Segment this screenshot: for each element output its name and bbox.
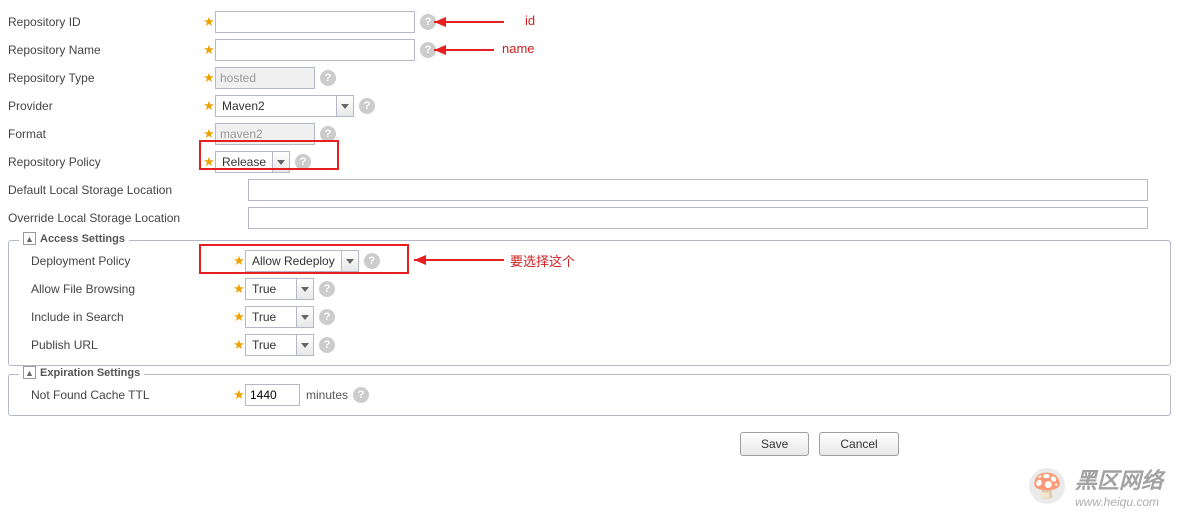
label-provider: Provider — [8, 99, 203, 113]
include-in-search-select[interactable]: True — [245, 306, 314, 328]
repository-id-input[interactable] — [215, 11, 415, 33]
access-settings-fieldset: ▲ Access Settings Deployment Policy ★ Al… — [8, 240, 1171, 366]
row-override-storage: Override Local Storage Location — [0, 204, 1179, 232]
label-include-in-search: Include in Search — [23, 310, 233, 324]
required-star-icon: ★ — [203, 98, 215, 114]
access-settings-legend: ▲ Access Settings — [19, 232, 129, 245]
mushroom-icon: 🍄 — [1029, 468, 1065, 504]
help-icon[interactable]: ? — [353, 387, 369, 403]
watermark-url: www.heiqu.com — [1075, 495, 1163, 509]
label-format: Format — [8, 127, 203, 141]
label-not-found-ttl: Not Found Cache TTL — [23, 388, 233, 402]
deployment-policy-value: Allow Redeploy — [246, 252, 341, 270]
ttl-suffix: minutes — [306, 388, 348, 402]
row-format: Format ★ ? — [0, 120, 1179, 148]
row-allow-file-browsing: Allow File Browsing ★ True ? — [15, 275, 1164, 303]
required-star-icon: ★ — [203, 42, 215, 58]
label-repository-policy: Repository Policy — [8, 155, 203, 169]
required-star-icon: ★ — [203, 14, 215, 30]
help-icon[interactable]: ? — [295, 154, 311, 170]
config-form-panel: Repository ID ★ ? Repository Name ★ ? Re… — [0, 0, 1179, 464]
label-deployment-policy: Deployment Policy — [23, 254, 233, 268]
help-icon[interactable]: ? — [319, 281, 335, 297]
chevron-down-icon[interactable] — [296, 335, 313, 355]
repository-policy-select[interactable]: Release — [215, 151, 290, 173]
allow-file-browsing-select[interactable]: True — [245, 278, 314, 300]
label-repository-type: Repository Type — [8, 71, 203, 85]
allow-file-browsing-value: True — [246, 280, 296, 298]
help-icon[interactable]: ? — [420, 14, 436, 30]
default-storage-input[interactable] — [248, 179, 1148, 201]
watermark-cn: 黑区网络 — [1075, 463, 1163, 495]
row-repository-id: Repository ID ★ ? — [0, 8, 1179, 36]
required-star-icon: ★ — [233, 281, 245, 297]
publish-url-value: True — [246, 336, 296, 354]
chevron-down-icon[interactable] — [272, 152, 289, 172]
row-deployment-policy: Deployment Policy ★ Allow Redeploy ? — [15, 247, 1164, 275]
help-icon[interactable]: ? — [319, 309, 335, 325]
expiration-settings-legend: ▲ Expiration Settings — [19, 366, 144, 379]
required-star-icon: ★ — [203, 126, 215, 142]
repository-policy-value: Release — [216, 153, 272, 171]
chevron-down-icon[interactable] — [296, 279, 313, 299]
help-icon[interactable]: ? — [364, 253, 380, 269]
collapse-toggle-icon[interactable]: ▲ — [23, 232, 36, 245]
label-publish-url: Publish URL — [23, 338, 233, 352]
help-icon[interactable]: ? — [359, 98, 375, 114]
cancel-button[interactable]: Cancel — [819, 432, 898, 456]
provider-select-value: Maven2 — [216, 97, 336, 115]
button-bar: Save Cancel — [0, 420, 1179, 456]
chevron-down-icon[interactable] — [336, 96, 353, 116]
label-repository-name: Repository Name — [8, 43, 203, 57]
override-storage-input[interactable] — [248, 207, 1148, 229]
row-provider: Provider ★ Maven2 ? — [0, 92, 1179, 120]
row-repository-policy: Repository Policy ★ Release ? — [0, 148, 1179, 176]
watermark-text: 黑区网络 www.heiqu.com — [1075, 463, 1163, 509]
required-star-icon: ★ — [203, 154, 215, 170]
help-icon[interactable]: ? — [319, 337, 335, 353]
not-found-ttl-input[interactable] — [245, 384, 300, 406]
required-star-icon: ★ — [203, 70, 215, 86]
row-publish-url: Publish URL ★ True ? — [15, 331, 1164, 359]
row-repository-name: Repository Name ★ ? — [0, 36, 1179, 64]
row-not-found-ttl: Not Found Cache TTL ★ minutes ? — [15, 381, 1164, 409]
provider-select[interactable]: Maven2 — [215, 95, 354, 117]
repository-type-input — [215, 67, 315, 89]
help-icon[interactable]: ? — [420, 42, 436, 58]
save-button[interactable]: Save — [740, 432, 809, 456]
chevron-down-icon[interactable] — [296, 307, 313, 327]
required-star-icon: ★ — [233, 337, 245, 353]
expiration-settings-legend-text: Expiration Settings — [40, 367, 140, 379]
repository-name-input[interactable] — [215, 39, 415, 61]
access-settings-legend-text: Access Settings — [40, 233, 125, 245]
label-override-storage: Override Local Storage Location — [8, 211, 248, 225]
required-star-icon: ★ — [233, 253, 245, 269]
deployment-policy-select[interactable]: Allow Redeploy — [245, 250, 359, 272]
collapse-toggle-icon[interactable]: ▲ — [23, 366, 36, 379]
expiration-settings-fieldset: ▲ Expiration Settings Not Found Cache TT… — [8, 374, 1171, 416]
row-repository-type: Repository Type ★ ? — [0, 64, 1179, 92]
help-icon[interactable]: ? — [320, 70, 336, 86]
watermark: 🍄 黑区网络 www.heiqu.com — [1029, 463, 1163, 509]
required-star-icon: ★ — [233, 309, 245, 325]
publish-url-select[interactable]: True — [245, 334, 314, 356]
label-repository-id: Repository ID — [8, 15, 203, 29]
label-default-storage: Default Local Storage Location — [8, 183, 248, 197]
row-include-in-search: Include in Search ★ True ? — [15, 303, 1164, 331]
row-default-storage: Default Local Storage Location — [0, 176, 1179, 204]
include-in-search-value: True — [246, 308, 296, 326]
label-allow-file-browsing: Allow File Browsing — [23, 282, 233, 296]
format-input — [215, 123, 315, 145]
help-icon[interactable]: ? — [320, 126, 336, 142]
required-star-icon: ★ — [233, 387, 245, 403]
chevron-down-icon[interactable] — [341, 251, 358, 271]
